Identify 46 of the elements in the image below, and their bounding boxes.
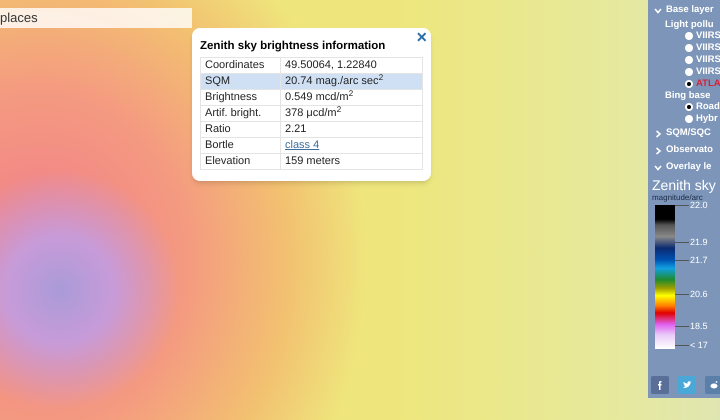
layer-option[interactable]: VIIRS bbox=[652, 42, 720, 54]
group-label: Light pollu bbox=[664, 19, 715, 30]
layer-option[interactable]: VIIRS bbox=[652, 66, 720, 78]
section-header[interactable]: Overlay le bbox=[652, 159, 720, 176]
radio-button[interactable] bbox=[685, 80, 693, 88]
row-value: 159 meters bbox=[285, 155, 340, 168]
radio-button[interactable] bbox=[685, 103, 693, 111]
radio-button[interactable] bbox=[685, 68, 693, 76]
legend-title: Zenith sky bbox=[652, 177, 717, 193]
row-value: 0.549 mcd/m$^{2}$ bbox=[285, 91, 354, 104]
layer-option[interactable]: VIIRS bbox=[652, 54, 720, 66]
radio-button[interactable] bbox=[685, 56, 693, 64]
legend-subtitle: magnitude/arc bbox=[652, 193, 703, 202]
radio-button[interactable] bbox=[685, 44, 693, 52]
row-value: 2.21 bbox=[285, 123, 306, 136]
scale-tick-label: 22.0 bbox=[690, 200, 708, 212]
layer-option[interactable]: Road bbox=[652, 101, 720, 113]
scale-tick-label: 20.6 bbox=[690, 288, 708, 301]
scale-tick-label: < 17 bbox=[690, 339, 708, 352]
chevron-right-icon bbox=[654, 146, 662, 154]
close-button[interactable]: × bbox=[416, 28, 427, 46]
section-header[interactable]: Observato bbox=[652, 142, 720, 159]
chevron-down-icon bbox=[654, 6, 662, 14]
facebook-icon[interactable] bbox=[651, 376, 669, 394]
bortle-link[interactable]: class 4 bbox=[285, 139, 320, 152]
group-label: Bing base bbox=[664, 90, 712, 101]
row-value: 49.50064, 1.22840 bbox=[285, 59, 377, 72]
layer-option[interactable]: Hybr bbox=[652, 113, 720, 125]
scale-tick-label: 18.5 bbox=[690, 320, 708, 333]
row-value: 378 μcd/m$^{2}$ bbox=[285, 107, 342, 120]
chevron-right-icon bbox=[654, 130, 662, 138]
layer-option[interactable]: VIIRS bbox=[652, 30, 720, 42]
row-value: 20.74 mag./arc sec$^{2}$ bbox=[285, 75, 384, 88]
row-label: Elevation bbox=[200, 154, 280, 170]
section-header[interactable]: Base layer bbox=[652, 2, 720, 19]
radio-button[interactable] bbox=[685, 115, 693, 123]
search-field[interactable]: places bbox=[0, 8, 192, 28]
chevron-down-icon bbox=[654, 164, 662, 172]
radio-button[interactable] bbox=[685, 32, 693, 40]
scale-tick-label: 21.9 bbox=[690, 236, 708, 249]
scale-tick-label: 21.7 bbox=[690, 254, 708, 267]
popup-title: Zenith sky brightness information bbox=[200, 39, 386, 54]
section-header[interactable]: SQM/SQC bbox=[652, 125, 720, 142]
layer-option[interactable]: ATLA bbox=[652, 78, 720, 90]
row-label: Coordinates bbox=[200, 58, 280, 74]
bird-icon[interactable] bbox=[678, 376, 696, 394]
